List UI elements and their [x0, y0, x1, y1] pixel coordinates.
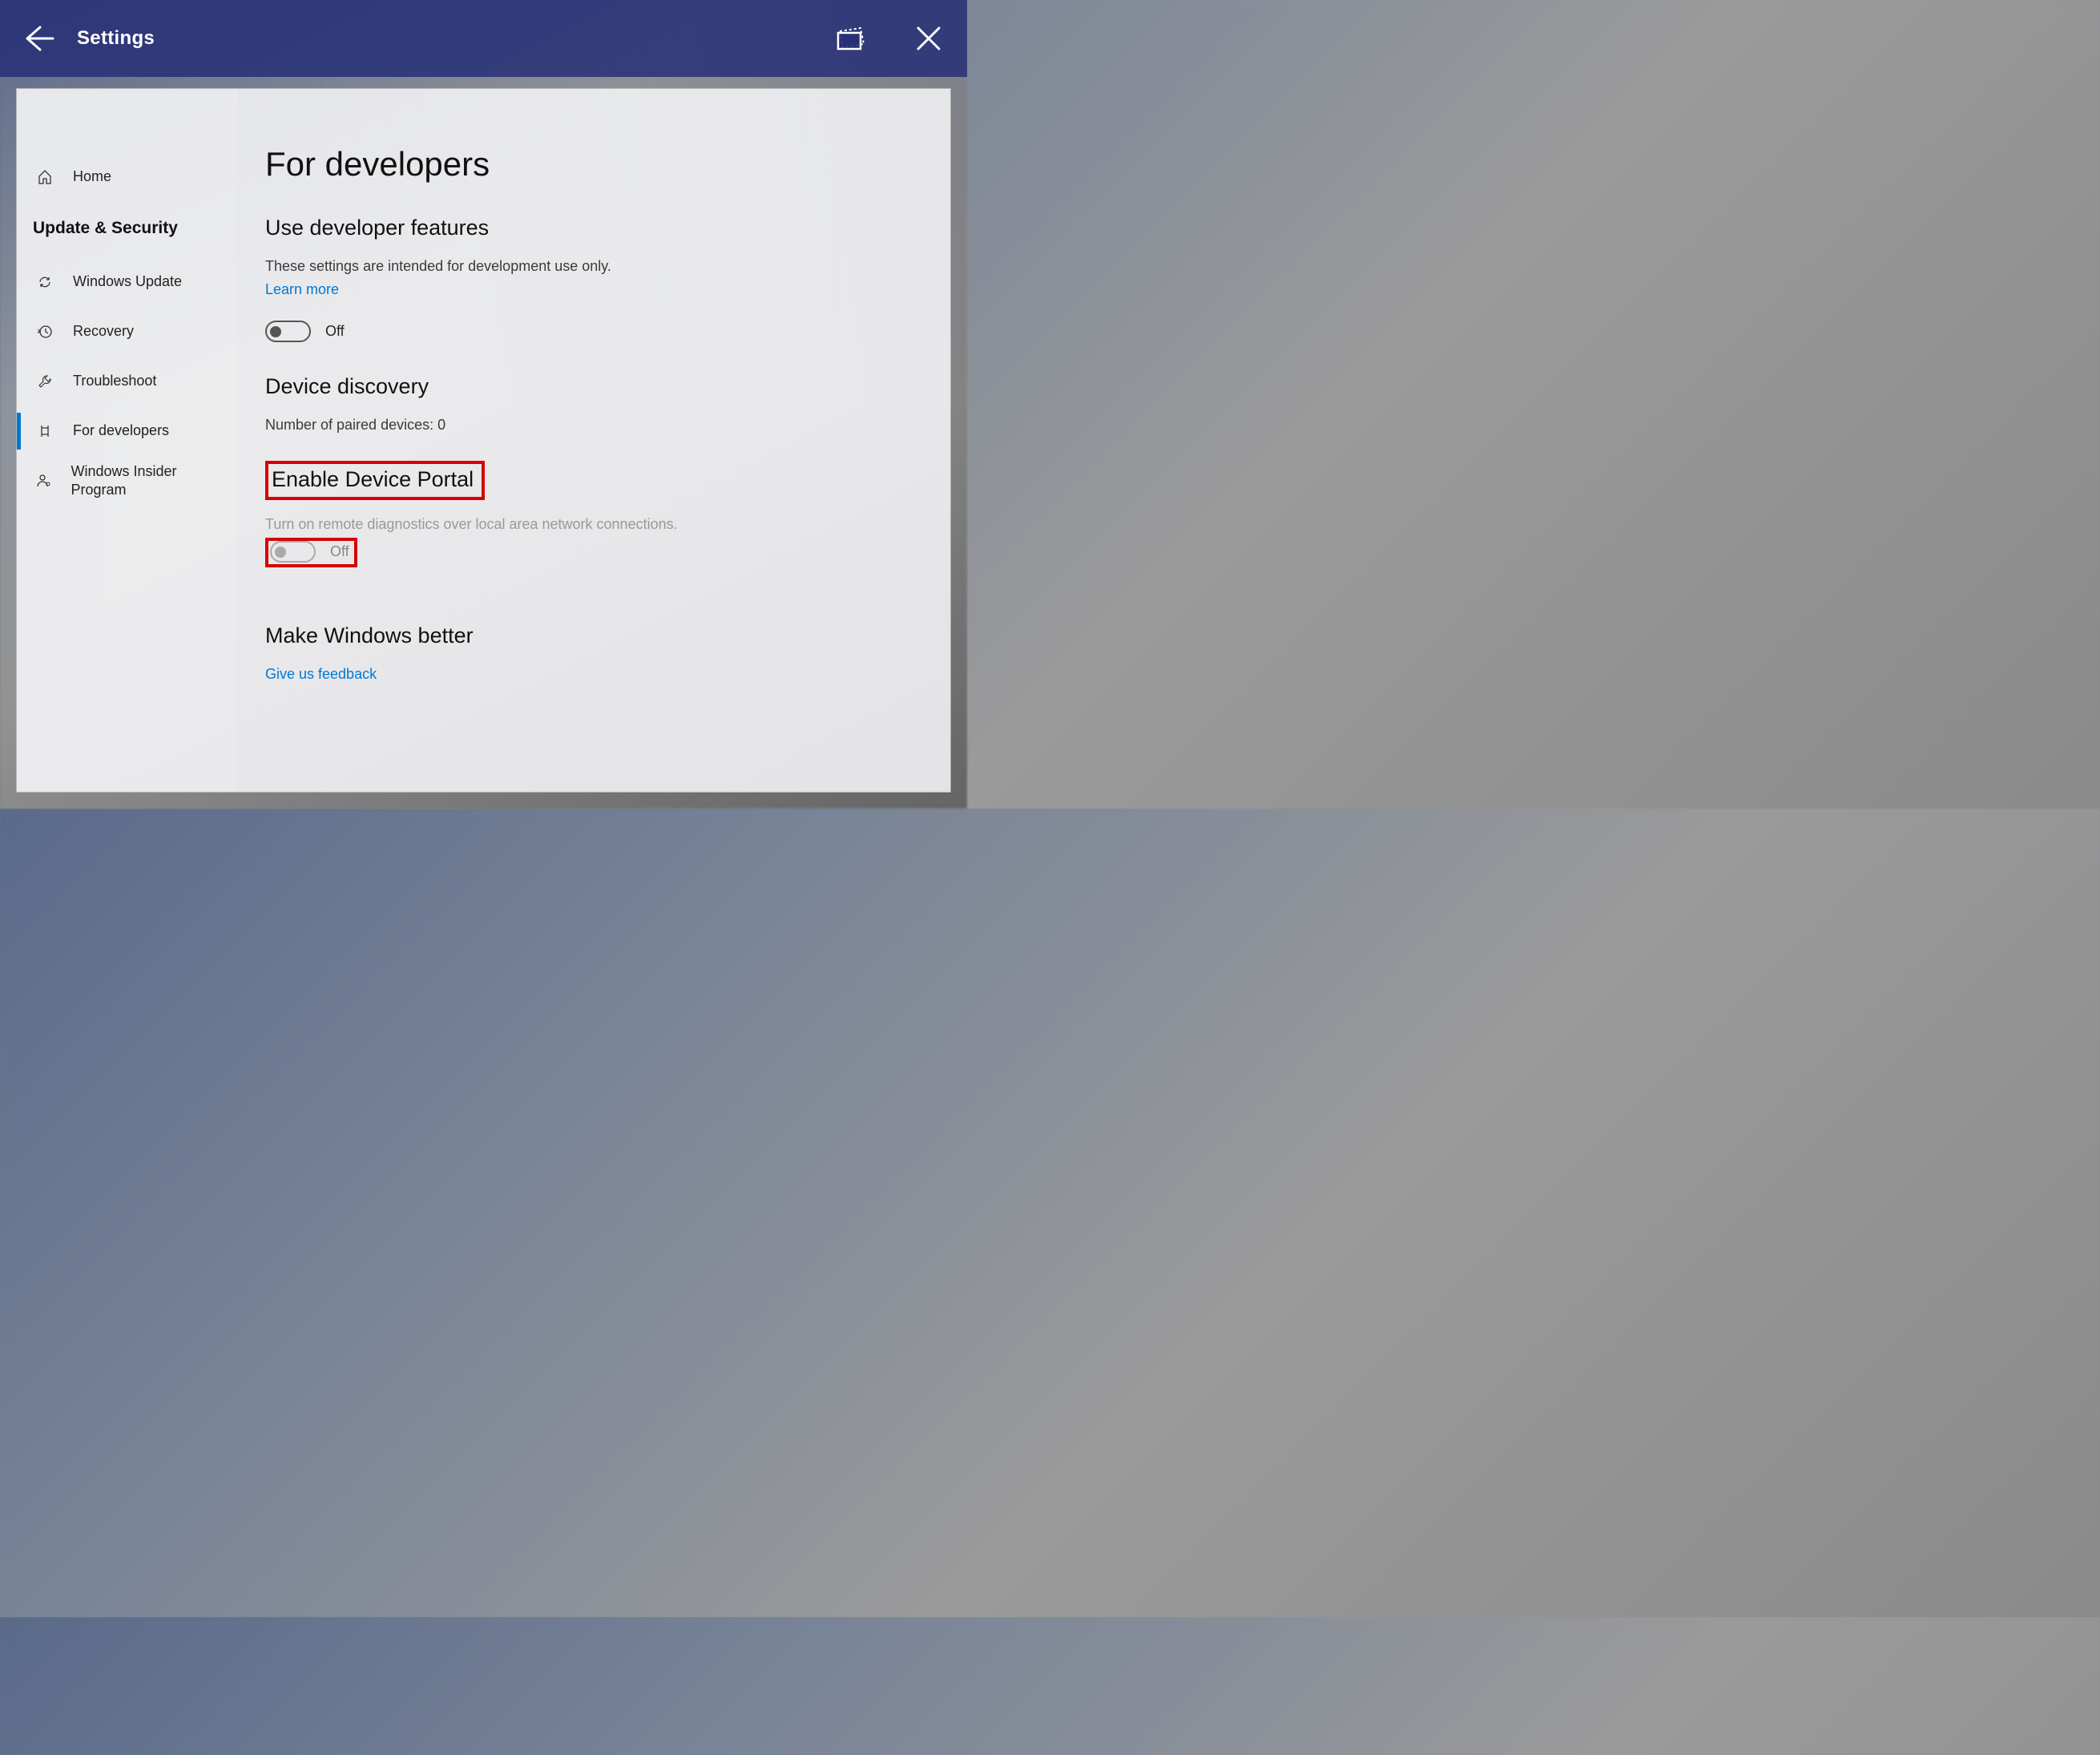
- developer-features-toggle[interactable]: [265, 321, 311, 342]
- content-pane: For developers Use developer features Th…: [238, 89, 950, 792]
- sidebar-item-for-developers[interactable]: For developers: [17, 406, 238, 456]
- toggle-knob: [270, 326, 281, 337]
- section-description: These settings are intended for developm…: [265, 258, 926, 275]
- person-icon: [33, 473, 54, 489]
- wrench-icon: [33, 373, 57, 389]
- close-button[interactable]: [890, 0, 967, 77]
- window-titlebar: Settings: [0, 0, 967, 77]
- sidebar-item-windows-update[interactable]: Windows Update: [17, 257, 238, 307]
- learn-more-link[interactable]: Learn more: [265, 281, 339, 298]
- sidebar-item-recovery[interactable]: Recovery: [17, 307, 238, 357]
- sidebar-item-label: Recovery: [73, 322, 150, 341]
- toggle-knob: [275, 547, 286, 558]
- history-icon: [33, 324, 57, 340]
- settings-panel: Home Update & Security Windows Update Re…: [16, 88, 951, 793]
- toggle-state-label: Off: [325, 323, 345, 340]
- sidebar-item-label: For developers: [73, 422, 185, 440]
- section-developer-features: Use developer features These settings ar…: [265, 216, 926, 342]
- sidebar-item-label: Windows Update: [73, 272, 198, 291]
- sidebar-item-label: Troubleshoot: [73, 372, 172, 390]
- section-heading: Use developer features: [265, 216, 926, 240]
- sidebar-item-label: Windows Insider Program: [71, 462, 238, 500]
- give-feedback-link[interactable]: Give us feedback: [265, 666, 377, 683]
- window-title: Settings: [77, 27, 155, 50]
- section-feedback: Make Windows better Give us feedback: [265, 623, 926, 705]
- sidebar-item-troubleshoot[interactable]: Troubleshoot: [17, 357, 238, 406]
- sidebar-item-home[interactable]: Home: [17, 150, 238, 204]
- section-device-discovery: Device discovery Number of paired device…: [265, 374, 926, 434]
- sidebar-item-insider[interactable]: Windows Insider Program: [17, 456, 238, 506]
- multitask-icon: [836, 23, 867, 54]
- paired-devices-count: Number of paired devices: 0: [265, 417, 926, 434]
- section-heading: Device discovery: [265, 374, 926, 399]
- section-description: Turn on remote diagnostics over local ar…: [265, 516, 926, 533]
- section-device-portal: Enable Device Portal Turn on remote diag…: [265, 461, 926, 599]
- close-icon: [917, 26, 941, 50]
- sync-icon: [33, 274, 57, 290]
- section-heading: Enable Device Portal: [272, 467, 474, 492]
- home-icon: [33, 169, 57, 185]
- highlight-annotation-toggle: Off: [265, 538, 357, 567]
- toggle-state-label: Off: [330, 543, 349, 560]
- back-button[interactable]: [0, 0, 77, 77]
- section-heading: Make Windows better: [265, 623, 926, 648]
- developer-icon: [33, 423, 57, 439]
- highlight-annotation: Enable Device Portal: [265, 461, 485, 500]
- sidebar-item-label: Home: [73, 167, 127, 186]
- device-portal-toggle[interactable]: [270, 541, 316, 563]
- arrow-left-icon: [22, 22, 54, 54]
- page-title: For developers: [265, 145, 926, 184]
- sidebar-category: Update & Security: [17, 204, 238, 257]
- sidebar: Home Update & Security Windows Update Re…: [17, 89, 238, 792]
- multitask-button[interactable]: [813, 0, 890, 77]
